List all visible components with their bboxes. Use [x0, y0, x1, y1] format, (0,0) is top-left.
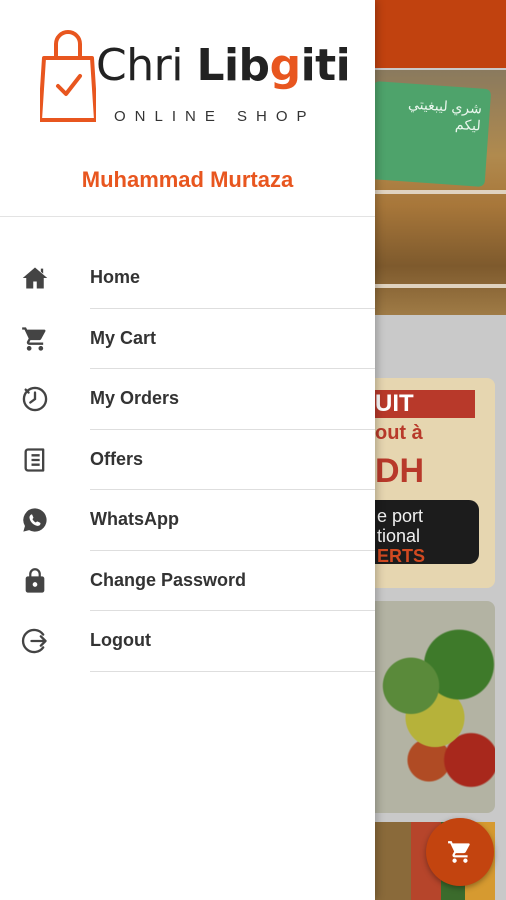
menu-item-my-cart[interactable]: My Cart — [0, 309, 375, 369]
header-divider — [0, 216, 375, 217]
promo-box-line2: tional — [377, 526, 421, 546]
menu-item-offers[interactable]: Offers — [0, 430, 375, 490]
menu-item-my-orders[interactable]: My Orders — [0, 369, 375, 430]
promo-price: DH — [375, 452, 425, 490]
promo-box-line1: e port — [377, 506, 424, 526]
vegetables-category-card[interactable] — [375, 601, 495, 813]
menu-item-logout[interactable]: Logout — [0, 611, 375, 672]
menu-item-label: WhatsApp — [90, 509, 179, 529]
home-icon — [21, 264, 49, 292]
cart-fab-button[interactable] — [426, 818, 494, 886]
orders-clock-icon — [21, 385, 49, 413]
banner-sign-text: شري ليبغيتي ليكم — [407, 95, 483, 134]
shopping-bag-icon — [40, 28, 96, 124]
menu-item-label: Logout — [90, 630, 151, 650]
menu-item-home[interactable]: Home — [0, 248, 375, 309]
shelf-divider — [375, 190, 506, 194]
promo-box: e port tional ERTS — [375, 500, 479, 566]
drawer-menu: Home My Cart My Orders Offers WhatsApp C… — [0, 248, 375, 672]
lock-icon — [21, 567, 49, 595]
user-name: Muhammad Murtaza — [81, 167, 294, 192]
brand-logo: Chri Libgiti ONLINE SHOP — [40, 28, 351, 128]
promo-subline: out à — [375, 422, 423, 444]
menu-item-whatsapp[interactable]: WhatsApp — [0, 490, 375, 551]
brand-tagline: ONLINE SHOP — [114, 108, 316, 125]
menu-item-change-password[interactable]: Change Password — [0, 551, 375, 611]
cart-icon — [21, 325, 49, 353]
menu-item-label: Offers — [90, 448, 144, 469]
menu-item-label: My Cart — [90, 327, 157, 348]
banner-sign: شري ليبغيتي ليكم — [366, 81, 492, 187]
app-bar — [375, 0, 506, 68]
promo-banner[interactable]: UIT out à DH e port tional ERTS — [375, 378, 495, 588]
logout-icon — [21, 627, 49, 655]
menu-item-label: Home — [90, 267, 141, 287]
brand-name: Chri Libgiti — [96, 40, 351, 91]
promo-box-line3: ERTS — [377, 546, 426, 566]
navigation-drawer: Chri Libgiti ONLINE SHOP Muhammad Murtaz… — [0, 0, 375, 900]
shelf-divider — [375, 284, 506, 288]
whatsapp-icon — [21, 506, 49, 534]
menu-item-label: Change Password — [90, 569, 247, 590]
cart-icon — [447, 839, 473, 865]
promo-headline: UIT — [375, 390, 475, 418]
menu-item-label: My Orders — [90, 388, 180, 408]
offers-list-icon — [21, 446, 49, 474]
menu-divider — [90, 670, 375, 672]
